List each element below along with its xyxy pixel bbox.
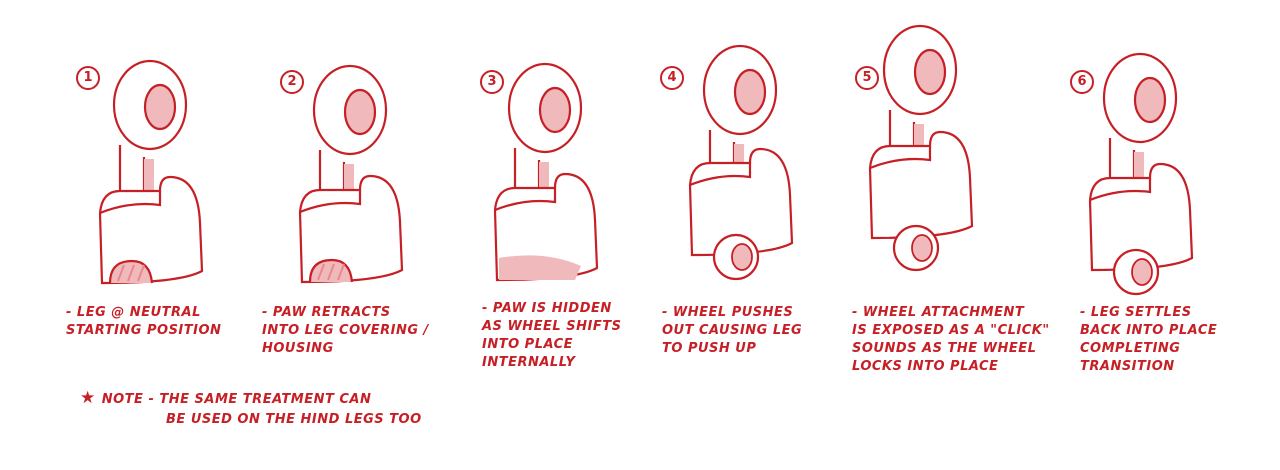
caption-step-4: - WHEEL PUSHES OUT CAUSING LEG TO PUSH U… (662, 304, 802, 358)
note-line-2: BE USED ON THE HIND LEGS TOO (166, 412, 422, 427)
leg-sketch-3 (493, 62, 599, 282)
caption-line: INTO PLACE (482, 337, 574, 352)
caption-line: SOUNDS AS THE WHEEL (852, 341, 1037, 356)
caption-line: - LEG @ NEUTRAL (66, 305, 201, 320)
wheel-hub (1131, 258, 1153, 286)
caption-line: LOCKS INTO PLACE (852, 359, 999, 374)
caption-line: TO PUSH UP (662, 341, 757, 356)
caption-step-1: - LEG @ NEUTRAL STARTING POSITION (66, 304, 221, 340)
caption-step-6: - LEG SETTLES BACK INTO PLACE COMPLETING… (1080, 304, 1217, 376)
leg-sketch-2 (298, 64, 404, 284)
leg-sketch-1 (98, 59, 204, 285)
footnote-line-2: BE USED ON THE HIND LEGS TOO (166, 410, 422, 430)
wheel-hub (911, 234, 933, 262)
caption-step-5: - WHEEL ATTACHMENT IS EXPOSED AS A "CLIC… (852, 304, 1050, 376)
caption-line: STARTING POSITION (66, 323, 222, 338)
caption-step-3: - PAW IS HIDDEN AS WHEEL SHIFTS INTO PLA… (482, 300, 621, 372)
caption-line: - PAW IS HIDDEN (482, 301, 612, 316)
caption-line: INTO LEG COVERING / (262, 323, 429, 338)
ring-hole (913, 48, 947, 96)
caption-line: TRANSITION (1080, 359, 1175, 374)
ring-hole (538, 86, 572, 134)
ring-hole (1133, 76, 1167, 124)
caption-line: HOUSING (262, 341, 334, 356)
leg-drawings (98, 24, 1194, 296)
ring-hole (143, 83, 177, 131)
wheel-hub (731, 243, 753, 271)
caption-step-2: - PAW RETRACTS INTO LEG COVERING / HOUSI… (262, 304, 429, 358)
caption-line: COMPLETING (1080, 341, 1181, 356)
caption-line: - WHEEL PUSHES (662, 305, 794, 320)
leg-sketch-4 (688, 44, 794, 281)
caption-line: OUT CAUSING LEG (662, 323, 803, 338)
caption-line: - PAW RETRACTS (262, 305, 391, 320)
caption-line: IS EXPOSED AS A "CLICK" (852, 323, 1050, 338)
note-line-1: - THE SAME TREATMENT CAN (148, 392, 372, 407)
leg-housing (868, 130, 974, 240)
caption-line: - LEG SETTLES (1080, 305, 1192, 320)
ring-hole (343, 88, 377, 136)
leg-sketch-5 (868, 24, 974, 272)
star-icon: ★ (80, 388, 96, 408)
caption-line: - WHEEL ATTACHMENT (852, 305, 1025, 320)
caption-line: BACK INTO PLACE (1080, 323, 1218, 338)
storyboard-sheet: 1 2 3 4 5 6 - LEG @ NEUTRAL STARTING POS… (0, 0, 1280, 470)
caption-line: INTERNALLY (482, 355, 576, 370)
ring-hole (733, 68, 767, 116)
note-label: NOTE (101, 392, 144, 407)
caption-line: AS WHEEL SHIFTS (482, 319, 622, 334)
leg-sketch-6 (1088, 52, 1194, 296)
footnote: ★ NOTE - THE SAME TREATMENT CAN (80, 388, 371, 410)
